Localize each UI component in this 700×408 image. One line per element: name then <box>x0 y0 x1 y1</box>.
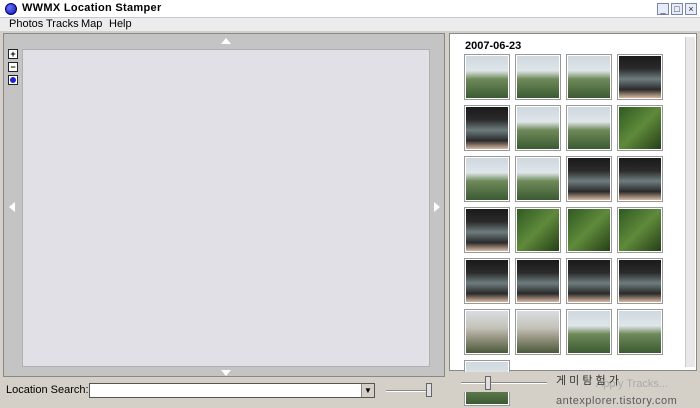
photo-thumbnail[interactable] <box>464 258 510 304</box>
photo-thumbnail[interactable] <box>566 207 612 253</box>
photo-thumbnail[interactable] <box>464 207 510 253</box>
pan-right-arrow-icon[interactable] <box>434 202 440 212</box>
zoom-slider-thumb[interactable] <box>426 383 432 397</box>
mountain-landscape-image <box>517 56 559 98</box>
pan-up-arrow-icon[interactable] <box>221 38 231 44</box>
photo-thumbnail[interactable] <box>515 54 561 100</box>
photo-thumbnail[interactable] <box>566 309 612 355</box>
menu-tracks[interactable]: Tracks <box>46 18 79 30</box>
photo-thumbnail[interactable] <box>617 258 663 304</box>
photo-thumbnail[interactable] <box>464 105 510 151</box>
zoom-in-button[interactable]: + <box>8 49 18 59</box>
photo-thumbnail[interactable] <box>566 105 612 151</box>
photo-thumbnail[interactable] <box>617 156 663 202</box>
menu-bar: Photos Tracks Map Help <box>0 18 700 31</box>
gps-device-image <box>619 56 661 98</box>
photo-thumbnail[interactable] <box>515 309 561 355</box>
mountain-landscape-image <box>466 56 508 98</box>
photo-thumbnail[interactable] <box>515 105 561 151</box>
window-title: WWMX Location Stamper <box>22 2 162 14</box>
app-globe-icon <box>5 3 17 15</box>
gps-device-image <box>466 260 508 302</box>
photo-thumbnail[interactable] <box>515 207 561 253</box>
location-dot-button[interactable] <box>8 75 18 85</box>
zoom-out-button[interactable]: − <box>8 62 18 72</box>
gps-device-image <box>619 158 661 200</box>
mountain-landscape-image <box>517 158 559 200</box>
photos-panel: 2007-06-23 <box>449 33 697 406</box>
photo-thumbnail[interactable] <box>617 207 663 253</box>
mountain-landscape-image <box>619 311 661 353</box>
forest-image <box>619 107 661 149</box>
photo-group-date: 2007-06-23 <box>465 40 522 52</box>
photo-thumbnail[interactable] <box>566 258 612 304</box>
location-search-label: Location Search: <box>6 384 89 396</box>
gps-device-image <box>568 158 610 200</box>
forest-image <box>568 209 610 251</box>
gps-device-image <box>517 260 559 302</box>
mountain-landscape-image <box>466 158 508 200</box>
mountain-landscape-image <box>568 311 610 353</box>
location-search-input[interactable]: ▼ <box>89 383 375 398</box>
chevron-down-icon[interactable]: ▼ <box>361 384 374 397</box>
photo-thumbnail[interactable] <box>515 156 561 202</box>
minimize-button[interactable]: _ <box>657 3 669 15</box>
menu-help[interactable]: Help <box>109 18 132 30</box>
map-panel: + − <box>3 33 445 377</box>
photo-thumbnail[interactable] <box>464 156 510 202</box>
photo-thumbnail[interactable] <box>566 54 612 100</box>
pan-left-arrow-icon[interactable] <box>9 202 15 212</box>
forest-image <box>517 209 559 251</box>
forest-image <box>619 209 661 251</box>
vertical-scrollbar[interactable] <box>685 37 695 367</box>
gps-device-image <box>619 260 661 302</box>
rock-landscape-image <box>466 311 508 353</box>
watermark: antexplorer.tistory.com <box>556 395 678 407</box>
pan-down-arrow-icon[interactable] <box>221 370 231 376</box>
menu-photos[interactable]: Photos <box>9 18 43 30</box>
gps-device-image <box>568 260 610 302</box>
photo-thumbnail[interactable] <box>617 105 663 151</box>
gps-device-image <box>466 107 508 149</box>
photo-thumbnail[interactable] <box>566 156 612 202</box>
photo-thumbnail[interactable] <box>515 258 561 304</box>
close-button[interactable]: × <box>685 3 697 15</box>
photo-thumbnail[interactable] <box>617 54 663 100</box>
mountain-landscape-image <box>568 107 610 149</box>
gps-device-image <box>466 209 508 251</box>
map-canvas[interactable] <box>22 49 430 367</box>
maximize-button[interactable]: □ <box>671 3 683 15</box>
photo-thumbnail[interactable] <box>617 309 663 355</box>
menu-map[interactable]: Map <box>81 18 102 30</box>
mountain-landscape-image <box>517 107 559 149</box>
location-dot-icon <box>10 77 16 83</box>
photo-thumbnail[interactable] <box>464 54 510 100</box>
photo-thumbnail[interactable] <box>464 309 510 355</box>
mountain-landscape-image <box>568 56 610 98</box>
title-bar: WWMX Location Stamper _ □ × <box>0 0 700 18</box>
rock-landscape-image <box>517 311 559 353</box>
